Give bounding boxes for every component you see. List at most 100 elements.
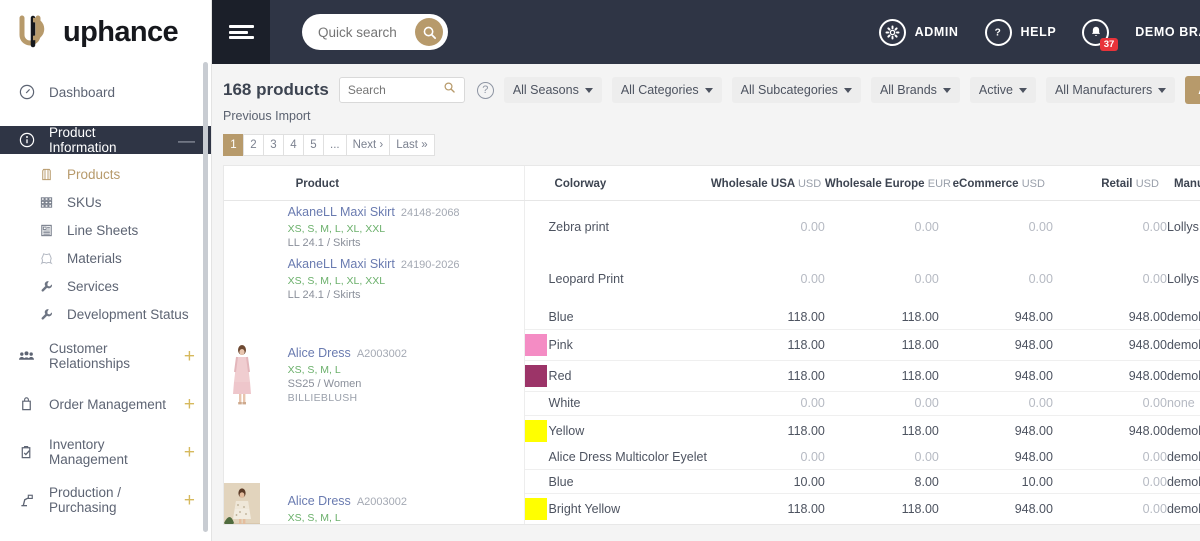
column-ecommerce[interactable]: eCommerce USD bbox=[939, 166, 1053, 201]
sidebar-scrollbar[interactable] bbox=[203, 62, 208, 532]
table-row[interactable]: Alice DressA2003002 XS, S, M, L SS25 / W… bbox=[224, 305, 1200, 329]
filter-all-manufacturers[interactable]: All Manufacturers bbox=[1046, 77, 1175, 103]
uphance-logo-icon bbox=[16, 15, 54, 49]
notifications-button[interactable]: 37 bbox=[1082, 19, 1109, 46]
product-name-link[interactable]: Alice Dress bbox=[288, 494, 351, 508]
filter-label: All Manufacturers bbox=[1055, 83, 1152, 97]
product-name-link[interactable]: Alice Dress bbox=[288, 346, 351, 360]
search-input[interactable] bbox=[348, 83, 443, 97]
colorway-name: Leopard Print bbox=[549, 253, 711, 305]
bag-icon bbox=[18, 396, 35, 413]
brand-selector[interactable]: DEMO BRAND bbox=[1135, 25, 1200, 39]
expand-toggle-icon[interactable]: + bbox=[184, 491, 195, 510]
sidebar-item-inventory-management[interactable]: Inventory Management + bbox=[0, 438, 211, 466]
sidebar-item-order-management[interactable]: Order Management + bbox=[0, 390, 211, 418]
quick-search-box[interactable] bbox=[302, 14, 448, 50]
product-thumbnail[interactable] bbox=[224, 201, 288, 254]
retail-value: 0.00 bbox=[1053, 494, 1167, 525]
sidebar-item-reports[interactable]: Reports bbox=[0, 534, 211, 541]
product-name-link[interactable]: AkaneLL Maxi Skirt bbox=[288, 257, 395, 271]
table-search-box[interactable] bbox=[339, 77, 465, 103]
next-page-button[interactable]: Next › bbox=[346, 134, 391, 156]
help-button[interactable]: ? HELP bbox=[985, 19, 1057, 46]
svg-text:?: ? bbox=[995, 28, 1002, 39]
clipboard-check-icon bbox=[18, 444, 35, 461]
sidebar-subitem-development-status[interactable]: Development Status bbox=[0, 300, 211, 328]
sidebar-subitem-skus[interactable]: SKUs bbox=[0, 188, 211, 216]
page-1-button[interactable]: 1 bbox=[223, 134, 244, 156]
search-icon[interactable] bbox=[443, 81, 456, 99]
page-4-button[interactable]: 4 bbox=[283, 134, 304, 156]
search-icon[interactable] bbox=[415, 18, 443, 46]
quick-search-input[interactable] bbox=[318, 25, 418, 40]
last-page-button[interactable]: Last » bbox=[389, 134, 434, 156]
help-tooltip-icon[interactable]: ? bbox=[477, 82, 494, 99]
retail-value: 948.00 bbox=[1053, 360, 1167, 391]
column-wholesale-usa[interactable]: Wholesale USA USD bbox=[711, 166, 825, 201]
ecommerce-value: 0.00 bbox=[939, 201, 1053, 254]
expand-toggle-icon[interactable]: + bbox=[184, 347, 195, 366]
table-row[interactable]: AkaneLL Maxi Skirt24190-2026 XS, S, M, L… bbox=[224, 253, 1200, 305]
sidebar-item-product-information[interactable]: Product Information — bbox=[0, 126, 211, 154]
ecommerce-value: 948.00 bbox=[939, 415, 1053, 446]
sidebar-item-dashboard[interactable]: Dashboard bbox=[0, 78, 211, 106]
collapse-toggle-icon[interactable]: — bbox=[178, 132, 195, 149]
retail-value: 0.00 bbox=[1053, 525, 1167, 526]
column-colorway[interactable]: Colorway bbox=[549, 166, 711, 201]
actions-button[interactable]: ACTIONS bbox=[1185, 76, 1200, 104]
product-season-category: LL 24.1 / Skirts bbox=[288, 289, 524, 301]
product-thumbnail[interactable] bbox=[224, 446, 288, 526]
page-2-button[interactable]: 2 bbox=[243, 134, 264, 156]
page-5-button[interactable]: 5 bbox=[303, 134, 324, 156]
column-wholesale-europe[interactable]: Wholesale Europe EUR bbox=[825, 166, 939, 201]
shirt-icon bbox=[38, 166, 54, 182]
filter-active[interactable]: Active bbox=[970, 77, 1036, 103]
retail-value: 0.00 bbox=[1053, 470, 1167, 494]
admin-button[interactable]: ADMIN bbox=[879, 19, 959, 46]
brand-logo[interactable]: uphance bbox=[0, 0, 211, 64]
product-name-link[interactable]: AkaneLL Maxi Skirt bbox=[288, 205, 395, 219]
colorway-swatch bbox=[524, 329, 548, 360]
app-root: uphance Dashboard Product Information — bbox=[0, 0, 1200, 541]
expand-toggle-icon[interactable]: + bbox=[184, 395, 195, 414]
wholesale-europe-value: 118.00 bbox=[825, 305, 939, 329]
retail-value: 948.00 bbox=[1053, 305, 1167, 329]
product-season-category: LL 24.1 / Skirts bbox=[288, 237, 524, 249]
product-sizes: XS, S, M, L bbox=[288, 364, 524, 376]
sidebar-item-production-purchasing[interactable]: Production / Purchasing + bbox=[0, 486, 211, 514]
chevron-down-icon bbox=[844, 88, 852, 93]
product-code: 24190-2026 bbox=[401, 259, 460, 271]
column-retail[interactable]: Retail USD bbox=[1053, 166, 1167, 201]
column-product[interactable]: Product bbox=[288, 166, 525, 201]
column-manufacturer[interactable]: Manufacturer bbox=[1167, 166, 1200, 201]
sidebar: uphance Dashboard Product Information — bbox=[0, 0, 212, 541]
sidebar-subitem-services[interactable]: Services bbox=[0, 272, 211, 300]
product-sizes: XS, S, M, L, XL, XXL bbox=[288, 223, 524, 235]
column-currency: USD bbox=[1022, 178, 1045, 190]
product-thumbnail[interactable] bbox=[224, 253, 288, 305]
colorway-name: Zebra print bbox=[549, 201, 711, 254]
product-thumbnail[interactable] bbox=[224, 305, 288, 446]
previous-import-link[interactable]: Previous Import bbox=[223, 109, 1200, 123]
sidebar-subitem-line-sheets[interactable]: Line Sheets bbox=[0, 216, 211, 244]
filter-all-brands[interactable]: All Brands bbox=[871, 77, 960, 103]
filter-all-seasons[interactable]: All Seasons bbox=[504, 77, 602, 103]
page-3-button[interactable]: 3 bbox=[263, 134, 284, 156]
filter-all-categories[interactable]: All Categories bbox=[612, 77, 722, 103]
table-row[interactable]: Alice DressA2003002 XS, S, M, L SS23 / W… bbox=[224, 446, 1200, 470]
retail-value: 0.00 bbox=[1053, 391, 1167, 415]
sidebar-item-label: Product Information bbox=[49, 125, 164, 155]
robot-arm-icon bbox=[18, 492, 35, 509]
sidebar-subitem-materials[interactable]: Materials bbox=[0, 244, 211, 272]
expand-toggle-icon[interactable]: + bbox=[184, 443, 195, 462]
sidebar-item-customer-relationships[interactable]: Customer Relationships + bbox=[0, 342, 211, 370]
filter-label: All Seasons bbox=[513, 83, 579, 97]
manufacturer-value: Lollys Laundry bbox=[1167, 253, 1200, 305]
retail-value: 948.00 bbox=[1053, 329, 1167, 360]
ecommerce-value: 948.00 bbox=[939, 446, 1053, 470]
sidebar-subitem-products[interactable]: Products bbox=[0, 160, 211, 188]
table-row[interactable]: AkaneLL Maxi Skirt24148-2068 XS, S, M, L… bbox=[224, 201, 1200, 254]
menu-toggle-button[interactable] bbox=[212, 0, 270, 64]
filter-all-subcategories[interactable]: All Subcategories bbox=[732, 77, 861, 103]
product-brand: BILLIEBLUSH bbox=[288, 392, 524, 404]
